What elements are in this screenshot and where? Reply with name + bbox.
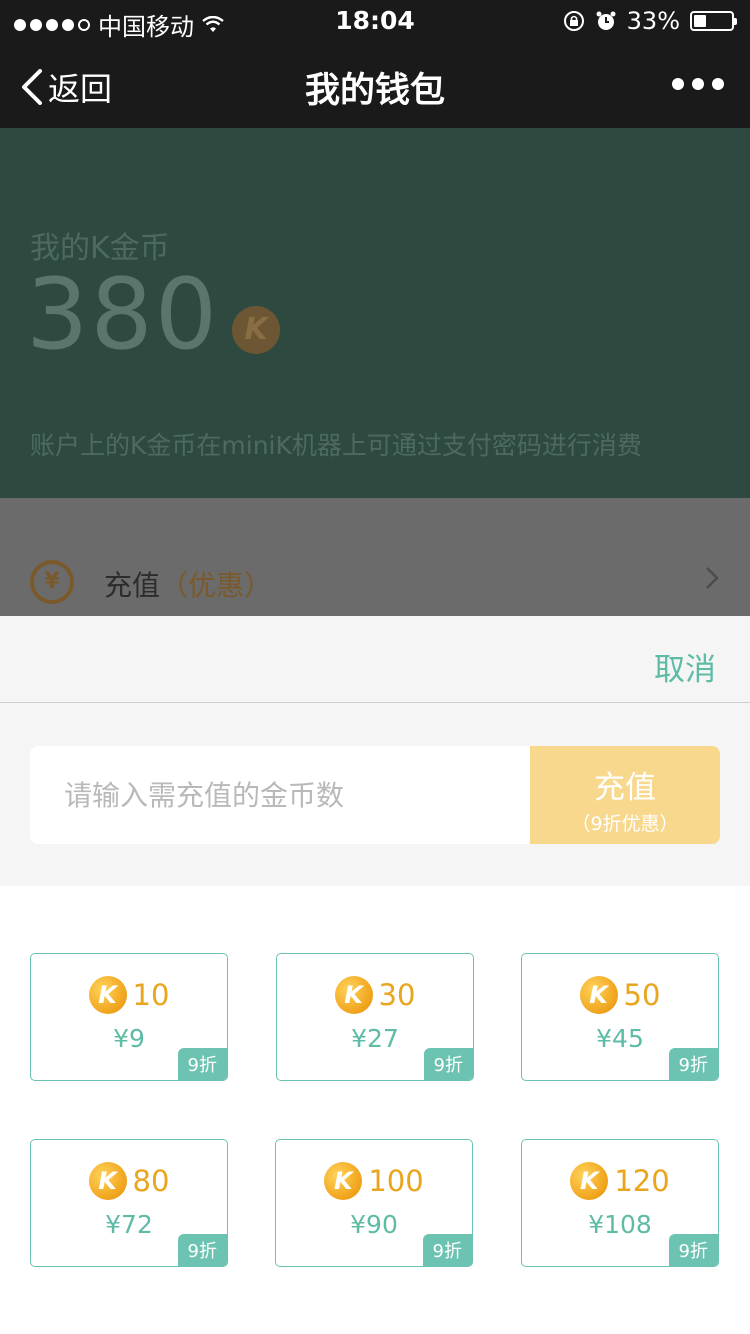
discount-badge: 9折	[668, 1234, 718, 1266]
k-coin-icon: K	[570, 1162, 609, 1200]
recharge-option-80[interactable]: K 80 ¥72 9折	[30, 1139, 228, 1267]
chevron-right-icon	[704, 564, 720, 599]
rotation-lock-icon	[563, 11, 584, 31]
option-coins: 50	[623, 978, 661, 1012]
recharge-row-text: 充值（优惠）	[104, 564, 272, 604]
option-coins: 10	[132, 978, 170, 1012]
battery-icon	[690, 11, 737, 31]
status-right: 33%	[563, 7, 737, 35]
recharge-option-30[interactable]: K 30 ¥27 9折	[276, 953, 474, 1081]
discount-badge: 9折	[177, 1234, 227, 1266]
cancel-button[interactable]: 取消	[654, 644, 716, 689]
recharge-option-10[interactable]: K 10 ¥9 9折	[30, 953, 228, 1081]
wallet-card: 我的K金币 380 K 账户上的K金币在miniK机器上可通过支付密码进行消费	[0, 128, 750, 498]
k-coin-icon: K	[334, 976, 373, 1014]
coin-amount-field[interactable]	[30, 746, 530, 844]
k-coin-icon: K	[324, 1162, 363, 1200]
sheet-header: 取消 充值 （9折优惠）	[0, 616, 750, 886]
recharge-row[interactable]: ¥ 充值（优惠）	[0, 498, 750, 616]
option-coins: 30	[378, 978, 416, 1012]
nav-bar: 返回 我的钱包	[0, 40, 750, 128]
wallet-description: 账户上的K金币在miniK机器上可通过支付密码进行消费	[30, 431, 642, 460]
recharge-sheet: 取消 充值 （9折优惠） K10 ¥9 9折 K30 ¥27 9折 K50 ¥4…	[0, 616, 750, 1334]
discount-badge: 9折	[177, 1048, 227, 1080]
recharge-option-50[interactable]: K 50 ¥45 9折	[521, 953, 719, 1081]
coin-amount-input[interactable]	[30, 746, 530, 844]
divider	[0, 702, 750, 703]
k-coin-icon: K	[232, 306, 280, 354]
recharge-button[interactable]: 充值 （9折优惠）	[530, 746, 720, 844]
discount-badge: 9折	[668, 1048, 718, 1080]
k-coin-icon: K	[88, 1162, 127, 1200]
option-coins: 120	[614, 1164, 670, 1198]
page-title: 我的钱包	[304, 71, 445, 111]
discount-badge: 9折	[422, 1234, 472, 1266]
alarm-icon	[596, 11, 616, 30]
option-coins: 80	[132, 1164, 170, 1198]
recharge-row-discount: （优惠）	[160, 569, 273, 602]
recharge-row-label: 充值	[104, 569, 161, 602]
more-icon[interactable]	[672, 78, 724, 90]
recharge-option-120[interactable]: K 120 ¥108 9折	[521, 1139, 719, 1267]
recharge-icon: ¥	[30, 560, 74, 604]
k-coin-icon: K	[579, 976, 618, 1014]
discount-badge: 9折	[423, 1048, 473, 1080]
recharge-button-sub: （9折优惠）	[571, 813, 679, 835]
recharge-option-100[interactable]: K 100 ¥90 9折	[275, 1139, 473, 1267]
wallet-balance: 380	[26, 258, 220, 372]
battery-percent: 33%	[626, 7, 680, 35]
option-coins: 100	[368, 1164, 424, 1198]
status-bar: 中国移动 18:04 33%	[0, 0, 750, 41]
k-coin-icon: K	[88, 976, 127, 1014]
recharge-button-label: 充值	[594, 770, 656, 806]
